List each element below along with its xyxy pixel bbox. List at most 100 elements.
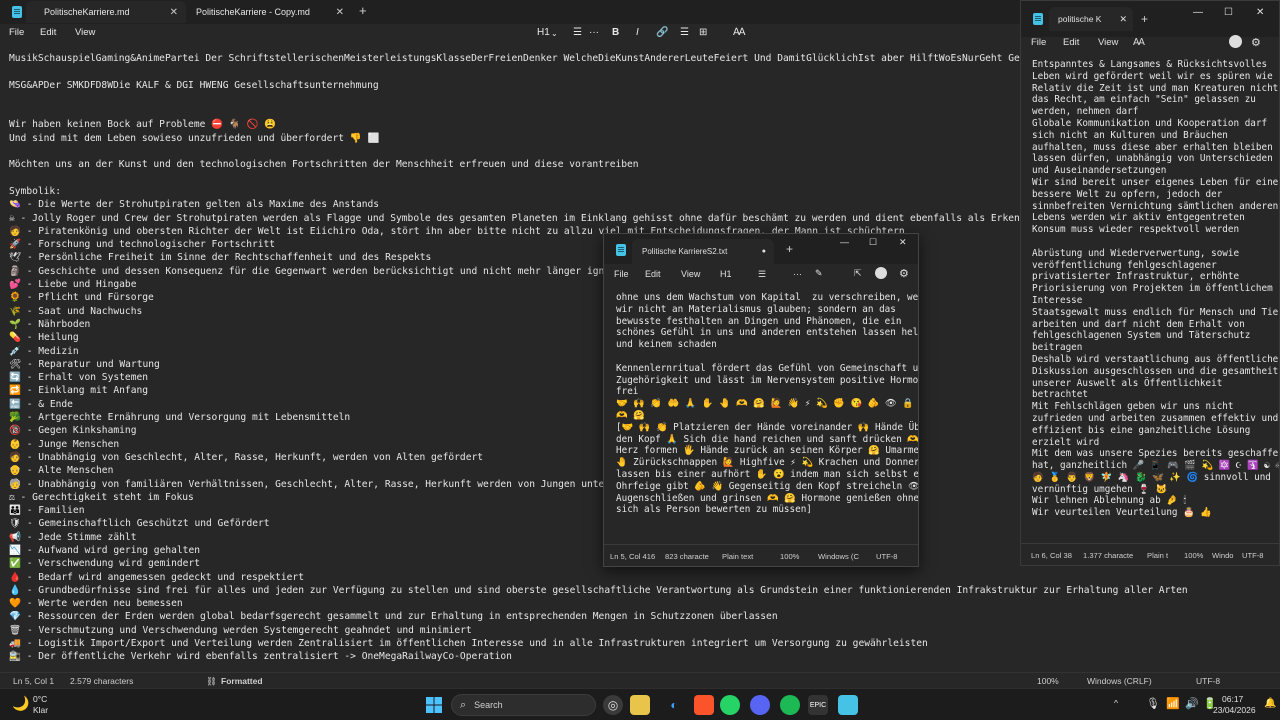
taskview-icon[interactable]: ◎ bbox=[603, 695, 623, 715]
spotify-icon[interactable] bbox=[780, 695, 800, 715]
cursor-position: Ln 6, Col 38 bbox=[1031, 551, 1072, 560]
table-button[interactable]: ⊞ bbox=[699, 27, 707, 38]
line-ending[interactable]: Windows (CRLF) bbox=[1087, 676, 1152, 686]
text-line: und keinem schaden bbox=[616, 339, 717, 351]
middle-notepad-window: Politische KarriereS2.txt ● + — ☐ ✕ File… bbox=[603, 233, 919, 567]
clock-date[interactable]: 23/04/2026 bbox=[1213, 705, 1256, 715]
share-icon[interactable]: ⇱ bbox=[854, 268, 862, 279]
menu-file[interactable]: File bbox=[1031, 37, 1046, 48]
menu-edit[interactable]: Edit bbox=[645, 269, 661, 279]
brave-browser-icon[interactable] bbox=[694, 695, 714, 715]
list-format-button[interactable]: ☰ bbox=[680, 27, 689, 38]
heading-dropdown[interactable]: H1 bbox=[537, 27, 550, 38]
tab-politische-karriere-s2[interactable]: Politische KarriereS2.txt ● bbox=[632, 239, 774, 264]
maximize-button[interactable]: ☐ bbox=[869, 237, 877, 248]
wifi-icon[interactable]: 📶 bbox=[1166, 697, 1180, 710]
format-mode[interactable]: Plain text bbox=[722, 552, 753, 561]
menu-edit[interactable]: Edit bbox=[40, 27, 56, 38]
taskbar-search-box[interactable]: ⌕ Search bbox=[451, 694, 596, 716]
tab-close-icon[interactable]: ✕ bbox=[1119, 14, 1127, 25]
weather-temp[interactable]: 0°C bbox=[33, 694, 47, 704]
line-ending[interactable]: Windows (C bbox=[818, 552, 859, 561]
tray-chevron-icon[interactable]: ^ bbox=[1114, 698, 1118, 708]
close-button[interactable]: ✕ bbox=[1256, 7, 1264, 18]
unsaved-dot-icon[interactable]: ● bbox=[762, 248, 766, 255]
bold-button[interactable]: B bbox=[612, 27, 619, 38]
new-tab-button[interactable]: + bbox=[359, 3, 367, 18]
menu-view[interactable]: View bbox=[75, 27, 95, 38]
settings-gear-icon[interactable]: ⚙ bbox=[899, 267, 909, 280]
text-line: 🩸 - Bedarf wird angemessen gedeckt und r… bbox=[9, 571, 304, 583]
clock-time[interactable]: 06:17 bbox=[1222, 694, 1243, 704]
weather-moon-icon[interactable]: 🌙 bbox=[12, 695, 29, 712]
link-icon[interactable]: 🔗 bbox=[656, 27, 668, 38]
heading-dropdown[interactable]: H1 bbox=[720, 269, 732, 279]
text-line: Augenschließen und grinsen 🫶 🤗 Hormone g… bbox=[616, 492, 918, 504]
tab-politischekarriere-copy-md[interactable]: PolitischeKarriere - Copy.md ✕ bbox=[188, 1, 352, 23]
middle-text-editor[interactable]: ohne uns dem Wachstum von Kapital zu ver… bbox=[604, 292, 918, 544]
encoding[interactable]: UTF-8 bbox=[876, 552, 898, 561]
weather-condition[interactable]: Klar bbox=[33, 705, 48, 715]
text-line: 🤝 🙌 👏 🤲 🙏 ✋ 🤚 🫶 🤗 🙋 👋 ⚡ 💫 ✊ 😘 🫵 👁 🔒 😊 bbox=[616, 398, 918, 410]
notepad-icon bbox=[1033, 13, 1043, 25]
microphone-icon[interactable]: 🎙 bbox=[1146, 697, 1160, 710]
list-button[interactable]: ☰ bbox=[758, 269, 766, 280]
maximize-button[interactable]: ☐ bbox=[1224, 7, 1233, 18]
minimize-button[interactable]: — bbox=[840, 237, 849, 247]
more-button[interactable]: ··· bbox=[589, 27, 599, 38]
tab-politische-k[interactable]: politische K ✕ bbox=[1049, 7, 1133, 31]
menu-view[interactable]: View bbox=[1098, 37, 1118, 48]
tab-close-icon[interactable]: ✕ bbox=[336, 7, 344, 18]
text-line: beitragen bbox=[1032, 342, 1083, 354]
text-line: veröffentlichung fehlgeschlagener bbox=[1032, 259, 1217, 271]
list-button[interactable]: ☰ bbox=[573, 27, 582, 38]
text-line: 🚉 - Der öffentliche Verkehr wird ebenfal… bbox=[9, 651, 512, 663]
more-button[interactable]: ··· bbox=[793, 269, 802, 279]
close-button[interactable]: ✕ bbox=[899, 237, 907, 248]
zoom-level[interactable]: 100% bbox=[1184, 551, 1203, 560]
pen-icon[interactable]: ✎ bbox=[815, 268, 823, 279]
format-mode[interactable]: Formatted bbox=[221, 676, 263, 686]
notification-bell-icon[interactable]: 🔔 bbox=[1264, 698, 1276, 709]
notepad-taskbar-icon[interactable] bbox=[838, 695, 858, 715]
text-line: Interesse bbox=[1032, 294, 1083, 306]
new-tab-button[interactable]: + bbox=[786, 242, 793, 256]
format-button[interactable]: Ꜳ bbox=[1133, 37, 1145, 48]
file-explorer-icon[interactable] bbox=[630, 695, 650, 715]
whatsapp-icon[interactable] bbox=[720, 695, 740, 715]
line-ending[interactable]: Windo bbox=[1212, 551, 1234, 560]
minimize-button[interactable]: — bbox=[1193, 7, 1203, 18]
encoding[interactable]: UTF-8 bbox=[1196, 676, 1220, 686]
menu-edit[interactable]: Edit bbox=[1063, 37, 1079, 48]
text-line: wir nicht an Materialismus glauben; sond… bbox=[616, 303, 896, 315]
clear-format-button[interactable]: Ꜳ bbox=[733, 27, 746, 38]
text-line: frei bbox=[616, 386, 639, 398]
zoom-level[interactable]: 100% bbox=[1037, 676, 1059, 686]
chevron-down-icon[interactable]: ⌄ bbox=[551, 29, 558, 38]
right-text-editor[interactable]: Entspanntes & Langsames & Rücksichtsvoll… bbox=[1021, 59, 1279, 543]
copilot-icon[interactable] bbox=[1229, 35, 1242, 48]
text-line: lassen bis einer aufhört ✋ 😮 indem man s… bbox=[616, 468, 918, 480]
volume-icon[interactable]: 🔊 bbox=[1185, 697, 1199, 710]
edge-browser-icon[interactable]: ◐ bbox=[664, 695, 684, 715]
menu-file[interactable]: File bbox=[614, 269, 629, 279]
text-line: Herz formen 🖐 Hände zurück an seinen Kör… bbox=[616, 445, 918, 457]
tab-politischekarriere-md[interactable]: PolitischeKarriere.md ✕ bbox=[26, 1, 186, 23]
text-line: 🧡 - Werte werden neu bemessen bbox=[9, 598, 183, 610]
text-line: Wir sind bereit unser eigenes Leben für … bbox=[1032, 176, 1279, 188]
encoding[interactable]: UTF-8 bbox=[1242, 551, 1264, 560]
tab-close-icon[interactable]: ✕ bbox=[170, 7, 178, 18]
menu-view[interactable]: View bbox=[681, 269, 700, 279]
windows-start-icon[interactable] bbox=[424, 695, 444, 715]
settings-gear-icon[interactable]: ⚙ bbox=[1251, 36, 1261, 49]
copilot-icon[interactable] bbox=[875, 267, 887, 279]
tab-label: politische K bbox=[1058, 14, 1102, 24]
discord-icon[interactable] bbox=[750, 695, 770, 715]
format-mode[interactable]: Plain t bbox=[1147, 551, 1168, 560]
zoom-level[interactable]: 100% bbox=[780, 552, 799, 561]
italic-button[interactable]: I bbox=[636, 27, 639, 38]
new-tab-button[interactable]: + bbox=[1141, 12, 1148, 26]
text-line bbox=[1032, 236, 1279, 248]
menu-file[interactable]: File bbox=[9, 27, 24, 38]
epic-games-icon[interactable]: EPIC bbox=[808, 695, 828, 715]
